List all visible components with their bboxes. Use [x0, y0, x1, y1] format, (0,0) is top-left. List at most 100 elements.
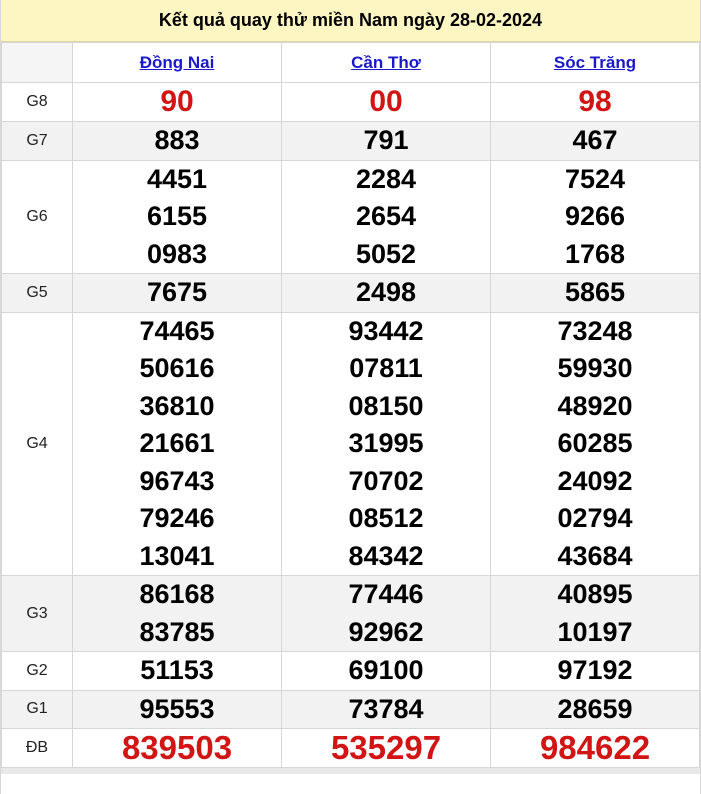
- prize-cell: 90: [72, 82, 282, 122]
- prize-number: 21661: [139, 428, 215, 458]
- prize-row: G6 4451 6155 0983 2284 2654 5052 7524 9266 1768: [1, 159, 700, 274]
- province-header: Đồng Nai: [72, 42, 282, 83]
- prize-number: 93442: [348, 315, 424, 346]
- prize-number: 73784: [348, 693, 424, 724]
- prize-label: G8: [1, 82, 73, 122]
- prize-number: 00: [369, 85, 403, 118]
- prize-number: 1768: [564, 238, 626, 269]
- prize-number: 5865: [564, 277, 626, 307]
- prize-number: 97192: [557, 655, 633, 685]
- province-header-row: Đồng Nai Cần Thơ Sóc Trăng: [1, 42, 700, 83]
- bottom-bar: [1, 768, 700, 774]
- prize-number: 02794: [557, 503, 633, 533]
- prize-cell: 7524 9266 1768: [490, 159, 700, 274]
- page-title: Kết quả quay thử miền Nam ngày 28-02-202…: [1, 0, 700, 42]
- prize-row: G7 883 791 467: [1, 121, 700, 161]
- prize-cell: 2498: [281, 273, 491, 313]
- prize-row: G8 90 00 98: [1, 82, 700, 122]
- prize-number: 28659: [557, 693, 633, 724]
- prize-label: ĐB: [1, 728, 73, 768]
- prize-cell: 51153: [72, 651, 282, 691]
- prize-cell: 2284 2654 5052: [281, 159, 491, 274]
- prize-cell: 69100: [281, 651, 491, 691]
- prize-cell: 7675: [72, 273, 282, 313]
- prize-cell: 791: [281, 121, 491, 161]
- prize-number: 839503: [121, 729, 233, 766]
- prize-number: 83785: [139, 616, 215, 647]
- prize-cell: 839503: [72, 728, 282, 768]
- prize-number: 2654: [355, 201, 417, 231]
- prize-number: 535297: [330, 729, 442, 766]
- prize-cell: 40895 10197: [490, 575, 700, 652]
- prize-cell: 00: [281, 82, 491, 122]
- prize-cell: 74465 50616 36810 21661 96743 79246 13041: [72, 311, 282, 576]
- province-header: Sóc Trăng: [490, 42, 700, 83]
- prize-label: G2: [1, 651, 73, 691]
- prize-number: 96743: [139, 465, 215, 496]
- prize-number: 43684: [557, 540, 633, 571]
- prize-cell: 77446 92962: [281, 575, 491, 652]
- prize-number: 467: [572, 125, 618, 155]
- results-body: G8 90 00 98 G7 883 791 467 G6 4451 6155 0983 2284 265…: [1, 82, 700, 768]
- prize-cell: 4451 6155 0983: [72, 159, 282, 274]
- prize-number: 984622: [539, 729, 651, 766]
- prize-cell: 28659: [490, 689, 700, 729]
- header-blank-cell: [1, 42, 73, 83]
- prize-number: 9266: [564, 201, 626, 231]
- prize-cell: 86168 83785: [72, 575, 282, 652]
- province-link-can-tho[interactable]: Cần Thơ: [351, 53, 421, 72]
- prize-number: 95553: [139, 693, 215, 724]
- prize-number: 31995: [348, 428, 424, 458]
- prize-row: G2 51153 69100 97192: [1, 651, 700, 691]
- prize-number: 6155: [146, 201, 208, 231]
- results-table: Đồng Nai Cần Thơ Sóc Trăng G8 90 00 98 G7 883…: [1, 42, 700, 768]
- prize-number: 70702: [348, 465, 424, 496]
- province-link-soc-trang[interactable]: Sóc Trăng: [554, 53, 636, 72]
- prize-number: 79246: [139, 503, 215, 533]
- prize-number: 74465: [139, 315, 215, 346]
- prize-label: G7: [1, 121, 73, 161]
- prize-number: 4451: [146, 163, 208, 194]
- prize-number: 92962: [348, 616, 424, 647]
- prize-number: 48920: [557, 390, 633, 421]
- prize-cell: 883: [72, 121, 282, 161]
- prize-number: 59930: [557, 353, 633, 383]
- prize-cell: 73784: [281, 689, 491, 729]
- prize-number: 08512: [348, 503, 424, 533]
- prize-row: ĐB 839503 535297 984622: [1, 728, 700, 768]
- prize-number: 883: [154, 125, 200, 155]
- prize-label: G1: [1, 689, 73, 729]
- province-link-dong-nai[interactable]: Đồng Nai: [140, 53, 215, 72]
- prize-number: 98: [578, 85, 612, 118]
- prize-number: 0983: [146, 238, 208, 269]
- prize-cell: 93442 07811 08150 31995 70702 08512 84342: [281, 311, 491, 576]
- lottery-results: Kết quả quay thử miền Nam ngày 28-02-202…: [0, 0, 701, 794]
- prize-row: G4 74465 50616 36810 21661 96743 79246 13041 934…: [1, 311, 700, 576]
- prize-number: 90: [160, 85, 194, 118]
- prize-number: 2284: [355, 163, 417, 194]
- prize-number: 10197: [557, 616, 633, 647]
- prize-number: 50616: [139, 353, 215, 383]
- province-header: Cần Thơ: [281, 42, 491, 83]
- prize-cell: 535297: [281, 728, 491, 768]
- prize-label: G4: [1, 311, 73, 576]
- prize-row: G3 86168 83785 77446 92962 40895 10197: [1, 575, 700, 652]
- prize-number: 60285: [557, 428, 633, 458]
- prize-cell: 95553: [72, 689, 282, 729]
- prize-cell: 984622: [490, 728, 700, 768]
- prize-row: G1 95553 73784 28659: [1, 689, 700, 729]
- prize-cell: 97192: [490, 651, 700, 691]
- prize-number: 791: [363, 125, 409, 155]
- prize-number: 24092: [557, 465, 633, 496]
- prize-number: 69100: [348, 655, 424, 685]
- prize-number: 08150: [348, 390, 424, 421]
- prize-number: 7675: [146, 277, 208, 307]
- prize-cell: 73248 59930 48920 60285 24092 02794 43684: [490, 311, 700, 576]
- prize-number: 7524: [564, 163, 626, 194]
- prize-number: 2498: [355, 277, 417, 307]
- prize-number: 84342: [348, 540, 424, 571]
- prize-cell: 98: [490, 82, 700, 122]
- prize-cell: 5865: [490, 273, 700, 313]
- prize-number: 77446: [348, 579, 424, 609]
- prize-cell: 467: [490, 121, 700, 161]
